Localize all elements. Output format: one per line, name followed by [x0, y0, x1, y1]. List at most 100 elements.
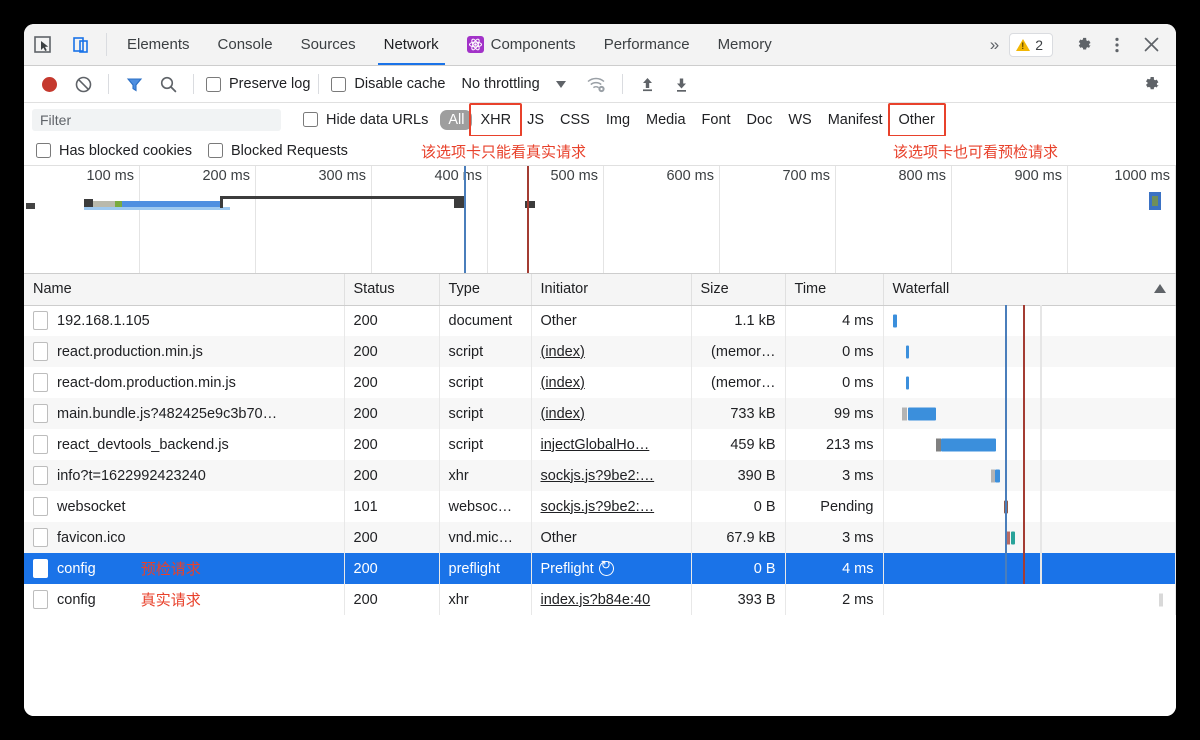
blocked-requests-checkbox[interactable]: Blocked Requests — [208, 143, 348, 159]
type-filter-doc[interactable]: Doc — [739, 110, 781, 130]
column-header-status[interactable]: Status — [344, 274, 440, 306]
table-row[interactable]: react.production.min.js 200 script (inde… — [24, 336, 1176, 367]
settings-gear-icon[interactable] — [1066, 28, 1100, 62]
cell-waterfall — [883, 553, 1176, 584]
table-row[interactable]: favicon.ico 200 vnd.mic… Other 67.9 kB 3… — [24, 522, 1176, 553]
cell-size: 0 B — [691, 491, 786, 522]
table-row[interactable]: react_devtools_backend.js 200 script inj… — [24, 429, 1176, 460]
overview-tick: 400 ms — [372, 166, 488, 273]
cell-type: script — [439, 367, 532, 398]
control-divider-1 — [108, 74, 109, 94]
type-filter-ws[interactable]: WS — [780, 110, 819, 130]
initiator-link[interactable]: (index) — [541, 344, 585, 360]
tab-label: Sources — [300, 36, 356, 53]
overview-tick-marks: 100 ms 200 ms 300 ms 400 ms 500 ms 600 m… — [24, 166, 1176, 273]
more-tabs-chevron-icon[interactable]: » — [980, 35, 1009, 55]
type-filter-font[interactable]: Font — [694, 110, 739, 130]
react-components-icon — [466, 36, 484, 53]
cell-waterfall — [883, 367, 1176, 398]
column-header-initiator[interactable]: Initiator — [531, 274, 692, 306]
throttling-select[interactable]: No throttling — [461, 76, 539, 92]
type-filter-manifest[interactable]: Manifest — [820, 110, 891, 130]
tick-label: 700 ms — [782, 168, 830, 184]
tab-console[interactable]: Console — [204, 24, 287, 65]
type-filter-css[interactable]: CSS — [552, 110, 598, 130]
more-options-icon[interactable] — [1100, 28, 1134, 62]
warning-badge[interactable]: 2 — [1009, 32, 1053, 57]
type-filter-js[interactable]: JS — [519, 110, 552, 130]
overview-tick: 700 ms — [720, 166, 836, 273]
initiator-link[interactable]: sockjs.js?9be2:… — [541, 499, 655, 515]
filter-input[interactable] — [32, 108, 281, 131]
cell-size: 733 kB — [691, 398, 786, 429]
cell-status: 200 — [344, 553, 440, 584]
column-header-size[interactable]: Size — [691, 274, 786, 306]
clear-button[interactable] — [66, 67, 100, 101]
initiator-link[interactable]: index.js?b84e:40 — [541, 592, 651, 608]
request-name: favicon.ico — [57, 529, 126, 546]
tab-components[interactable]: Components — [453, 24, 590, 65]
cell-initiator: Other — [531, 522, 692, 553]
cell-size: 67.9 kB — [691, 522, 786, 553]
network-overview-timeline[interactable]: 100 ms 200 ms 300 ms 400 ms 500 ms 600 m… — [24, 166, 1176, 274]
column-header-type[interactable]: Type — [439, 274, 532, 306]
table-row[interactable]: react-dom.production.min.js 200 script (… — [24, 367, 1176, 398]
disable-cache-checkbox[interactable]: Disable cache — [331, 76, 445, 92]
type-filter-other[interactable]: Other — [887, 102, 947, 137]
chevron-down-icon[interactable] — [555, 80, 566, 88]
table-row[interactable]: 192.168.1.105 200 document Other 1.1 kB … — [24, 305, 1176, 336]
tab-performance[interactable]: Performance — [590, 24, 704, 65]
table-row[interactable]: websocket 101 websoc… sockjs.js?9be2:… 0… — [24, 491, 1176, 522]
tab-sources[interactable]: Sources — [287, 24, 370, 65]
type-filter-xhr[interactable]: XHR — [469, 102, 522, 137]
tab-label: Performance — [603, 36, 690, 53]
cell-initiator: Other — [531, 305, 692, 336]
cell-name: 192.168.1.105 — [24, 305, 345, 336]
cell-time: 3 ms — [785, 460, 884, 491]
cell-name: info?t=1622992423240 — [24, 460, 345, 491]
download-har-icon[interactable] — [665, 67, 699, 101]
hide-data-urls-checkbox[interactable]: Hide data URLs — [303, 112, 428, 128]
table-header-row: Name Status Type Initiator Size Time Wat… — [24, 274, 1176, 306]
table-row[interactable]: config 真实请求 200 xhr index.js?b84e:40 393… — [24, 584, 1176, 615]
initiator-link[interactable]: injectGlobalHo… — [541, 437, 650, 453]
tab-memory[interactable]: Memory — [704, 24, 786, 65]
blocked-requests-label: Blocked Requests — [231, 142, 348, 159]
record-button[interactable] — [32, 67, 66, 101]
column-header-time[interactable]: Time — [785, 274, 884, 306]
tab-elements[interactable]: Elements — [113, 24, 204, 65]
cell-initiator[interactable]: sockjs.js?9be2:… — [531, 460, 692, 491]
search-icon[interactable] — [151, 67, 185, 101]
file-icon — [33, 528, 48, 547]
type-filter-media[interactable]: Media — [638, 110, 694, 130]
filter-funnel-icon[interactable] — [117, 67, 151, 101]
close-icon[interactable] — [1134, 28, 1168, 62]
table-row[interactable]: main.bundle.js?482425e9c3b70… 200 script… — [24, 398, 1176, 429]
cell-initiator[interactable]: (index) — [531, 336, 692, 367]
column-header-name[interactable]: Name — [24, 274, 345, 306]
checkbox-box — [208, 143, 223, 158]
initiator-link[interactable]: (index) — [541, 406, 585, 422]
has-blocked-cookies-checkbox[interactable]: Has blocked cookies — [36, 143, 192, 159]
table-row[interactable]: info?t=1622992423240 200 xhr sockjs.js?9… — [24, 460, 1176, 491]
cell-initiator[interactable]: injectGlobalHo… — [531, 429, 692, 460]
tab-network[interactable]: Network — [370, 24, 453, 65]
upload-har-icon[interactable] — [631, 67, 665, 101]
waterfall-bar — [905, 376, 909, 389]
cell-initiator[interactable]: (index) — [531, 398, 692, 429]
cell-type: script — [439, 429, 532, 460]
type-filter-all[interactable]: All — [440, 109, 473, 130]
column-header-waterfall[interactable]: Waterfall — [883, 274, 1176, 306]
cell-initiator[interactable]: sockjs.js?9be2:… — [531, 491, 692, 522]
inspect-element-icon[interactable] — [24, 24, 62, 65]
initiator-link[interactable]: sockjs.js?9be2:… — [541, 468, 655, 484]
cell-initiator[interactable]: (index) — [531, 367, 692, 398]
table-row-selected[interactable]: config 预检请求 200 preflight Preflight 0 B … — [24, 553, 1176, 584]
preserve-log-checkbox[interactable]: Preserve log — [206, 76, 310, 92]
type-filter-img[interactable]: Img — [598, 110, 638, 130]
device-toolbar-icon[interactable] — [62, 24, 100, 65]
initiator-link[interactable]: (index) — [541, 375, 585, 391]
cell-initiator[interactable]: index.js?b84e:40 — [531, 584, 692, 615]
network-settings-gear-icon[interactable] — [1134, 67, 1168, 101]
wifi-settings-icon[interactable] — [580, 67, 614, 101]
